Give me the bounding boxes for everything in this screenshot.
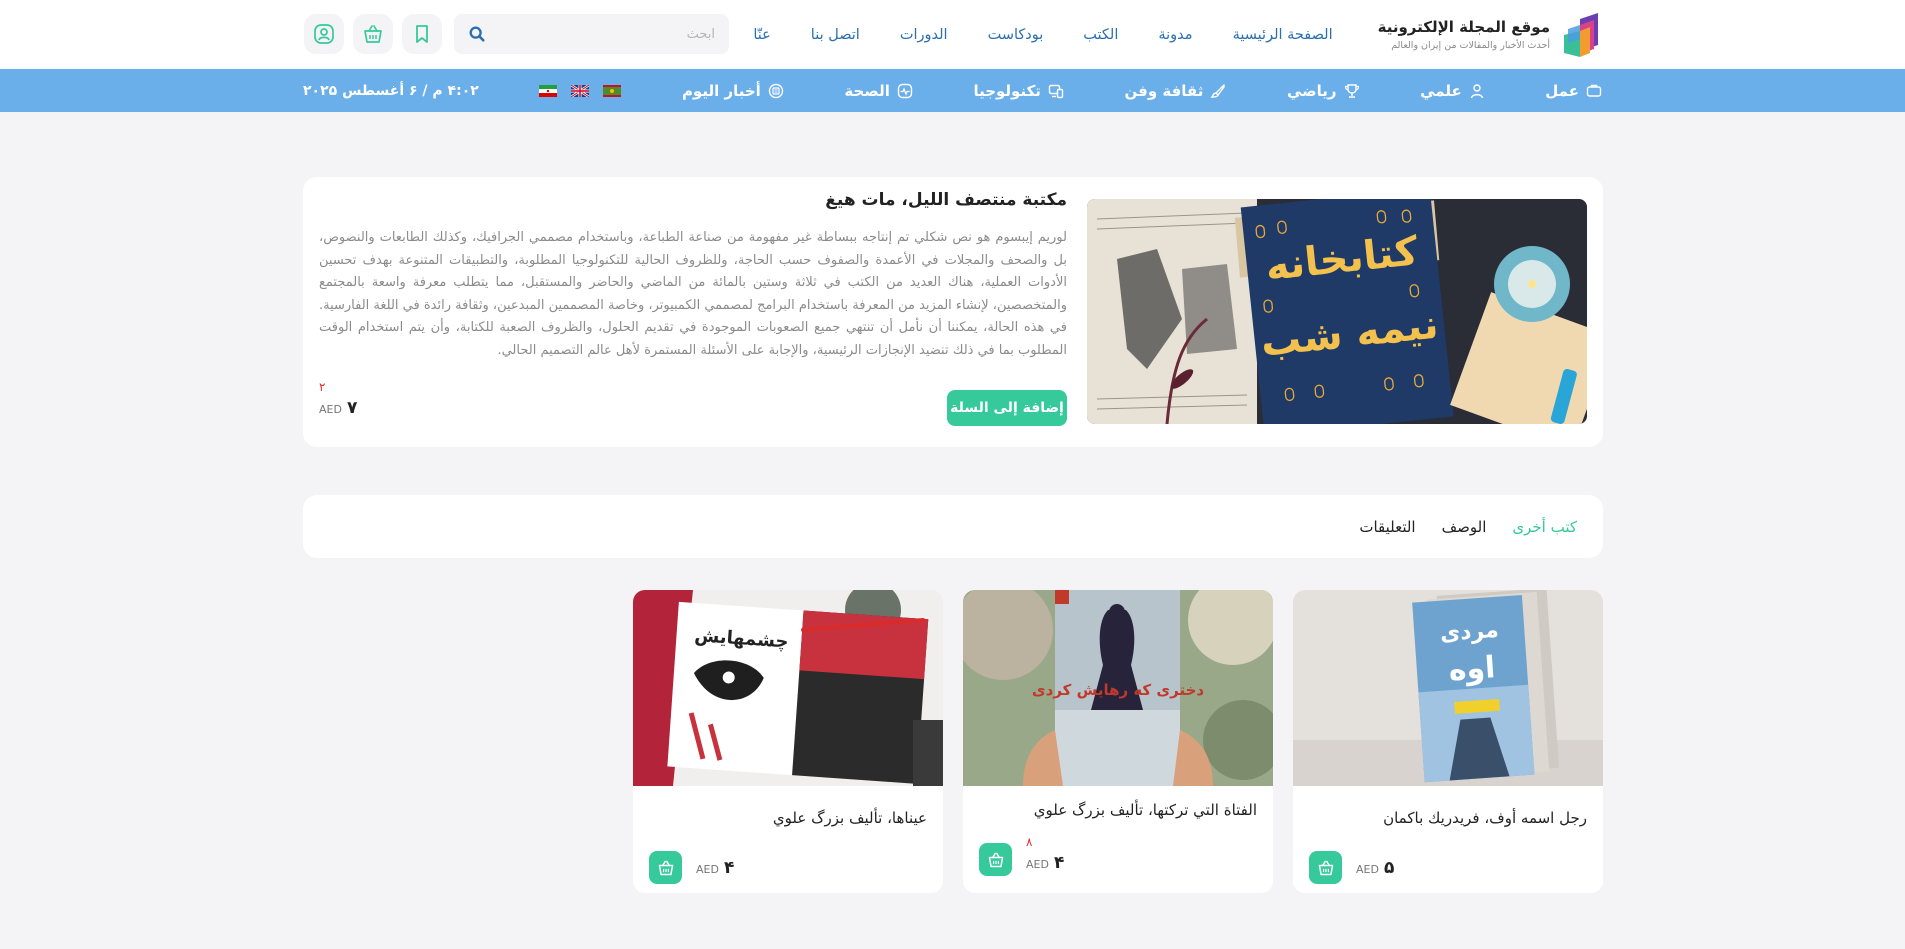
add-to-cart-button[interactable]: إضافة إلى السلة [947, 390, 1067, 426]
svg-text:اوه: اوه [1447, 650, 1496, 688]
nav-courses[interactable]: الدورات [900, 27, 948, 43]
brand-title: موقع المجلة الإلكترونية [1377, 18, 1550, 36]
basket-icon [364, 25, 382, 43]
category-health[interactable]: الصحة [844, 81, 913, 100]
product-image: چشمهایش [633, 590, 943, 786]
featured-book-card: کتابخانه نیمه شب مكتبة منتصف الليل، مات … [303, 177, 1603, 447]
cart-button[interactable] [353, 14, 393, 54]
basket-icon [658, 860, 673, 875]
tab-comments[interactable]: التعليقات [1359, 518, 1415, 536]
search-box [454, 14, 729, 54]
product-image: دختری که رهایش کردی [963, 590, 1273, 786]
person-icon [1470, 83, 1483, 98]
briefcase-icon [1586, 84, 1602, 97]
english-flag-icon[interactable] [571, 84, 590, 97]
product-title[interactable]: عيناها، تأليف بزرگ علوي [773, 809, 927, 827]
language-switcher [539, 84, 622, 97]
svg-text:مردی: مردی [1439, 618, 1499, 647]
category-label: أخبار اليوم [681, 81, 761, 100]
featured-book-description: لوريم إيبسوم هو نص شكلي تم إنتاجه ببساطة… [318, 230, 1067, 358]
basket-icon [988, 852, 1003, 867]
product-title[interactable]: رجل اسمه أوف، فريدريك باكمان [1383, 809, 1587, 827]
trophy-icon [1344, 83, 1359, 98]
heartbeat-icon [897, 83, 913, 98]
devices-icon [1048, 84, 1064, 98]
product-card[interactable]: مردی اوه رجل اسمه أوف، فريدريك باكمان AE… [1293, 590, 1603, 893]
bookmark-icon [416, 25, 428, 43]
category-label: ثقافة وفن [1124, 81, 1204, 100]
add-to-cart-button[interactable] [1309, 851, 1342, 884]
search-input[interactable] [486, 26, 715, 42]
category-label: تكنولوجيا [973, 81, 1041, 100]
account-button[interactable] [304, 14, 344, 54]
persian-flag-icon[interactable] [539, 84, 558, 97]
category-technology[interactable]: تكنولوجيا [973, 82, 1064, 100]
category-label: الصحة [844, 81, 890, 100]
nav-podcast[interactable]: بودكاست [988, 27, 1044, 43]
old-price: ۸ [1026, 835, 1033, 849]
price: ۷ [346, 398, 358, 418]
brand-subtitle: أحدث الأخبار والمقالات من إيران والعالم [1391, 40, 1550, 51]
brush-icon [1210, 83, 1226, 98]
logo-icon [1564, 12, 1598, 57]
nav-books[interactable]: الكتب [1083, 27, 1118, 43]
category-bar: عمل علمي رياضي ثقافة وفن تكنولوجيا الصحة… [0, 69, 1905, 112]
category-today-news[interactable]: أخبار اليوم [682, 82, 784, 100]
product-price: AED ۴ [696, 854, 734, 878]
featured-book-title: مكتبة منتصف الليل، مات هيغ [825, 190, 1067, 210]
currency: AED [1026, 858, 1049, 871]
product-price: AED ۵ [1356, 854, 1394, 878]
tab-other-books[interactable]: كتب أخرى [1512, 518, 1577, 536]
product-card[interactable]: چشمهایش عيناها، تأليف بزرگ علوي AED ۴ [633, 590, 943, 893]
current-date: ۴:۰۲ م / ۶ أغسطس ۲۰۲۵ [303, 82, 479, 99]
price: ۴ [1053, 853, 1065, 873]
nav-blog[interactable]: مدونة [1158, 27, 1192, 43]
currency: AED [1356, 863, 1379, 876]
arabic-flag-icon[interactable] [603, 84, 622, 97]
basket-icon [1318, 860, 1333, 875]
add-to-cart-button[interactable] [649, 851, 682, 884]
category-label: علمي [1420, 81, 1462, 100]
add-to-cart-button[interactable] [979, 843, 1012, 876]
product-tabs: كتب أخرى الوصف التعليقات [303, 495, 1603, 558]
product-card[interactable]: دختری که رهایش کردی الفتاة التي تركتها، … [963, 590, 1273, 893]
category-sports[interactable]: رياضي [1287, 82, 1360, 100]
currency: AED [319, 403, 342, 416]
category-label: عمل [1545, 81, 1579, 100]
nav-home[interactable]: الصفحة الرئيسية [1233, 27, 1333, 43]
category-work[interactable]: عمل [1545, 82, 1602, 100]
product-image: مردی اوه [1293, 590, 1603, 786]
category-culture-art[interactable]: ثقافة وفن [1125, 82, 1227, 100]
currency: AED [696, 863, 719, 876]
svg-text:دختری که رهایش کردی: دختری که رهایش کردی [1032, 681, 1205, 699]
price: ۴ [723, 858, 735, 878]
old-price: ۲ [319, 380, 326, 394]
main-nav: الصفحة الرئيسية مدونة الكتب بودكاست الدو… [753, 27, 1332, 43]
product-price: ۸ AED ۴ [1026, 835, 1064, 873]
search-icon[interactable] [468, 25, 486, 43]
product-title[interactable]: الفتاة التي تركتها، تأليف بزرگ علوي [1034, 801, 1257, 819]
bookmark-button[interactable] [402, 14, 442, 54]
tab-description[interactable]: الوصف [1442, 518, 1487, 536]
news-icon [768, 83, 784, 98]
featured-price: ۲ AED ۷ [319, 380, 357, 418]
featured-book-image: کتابخانه نیمه شب [1087, 199, 1587, 424]
nav-contact[interactable]: اتصل بنا [811, 27, 860, 43]
category-science[interactable]: علمي [1420, 82, 1485, 100]
user-icon [314, 24, 334, 44]
nav-about[interactable]: عنّا [753, 27, 770, 43]
category-label: رياضي [1286, 81, 1337, 100]
brand[interactable]: موقع المجلة الإلكترونية أحدث الأخبار وال… [1378, 11, 1602, 59]
header: موقع المجلة الإلكترونية أحدث الأخبار وال… [0, 0, 1905, 69]
price: ۵ [1383, 858, 1395, 878]
